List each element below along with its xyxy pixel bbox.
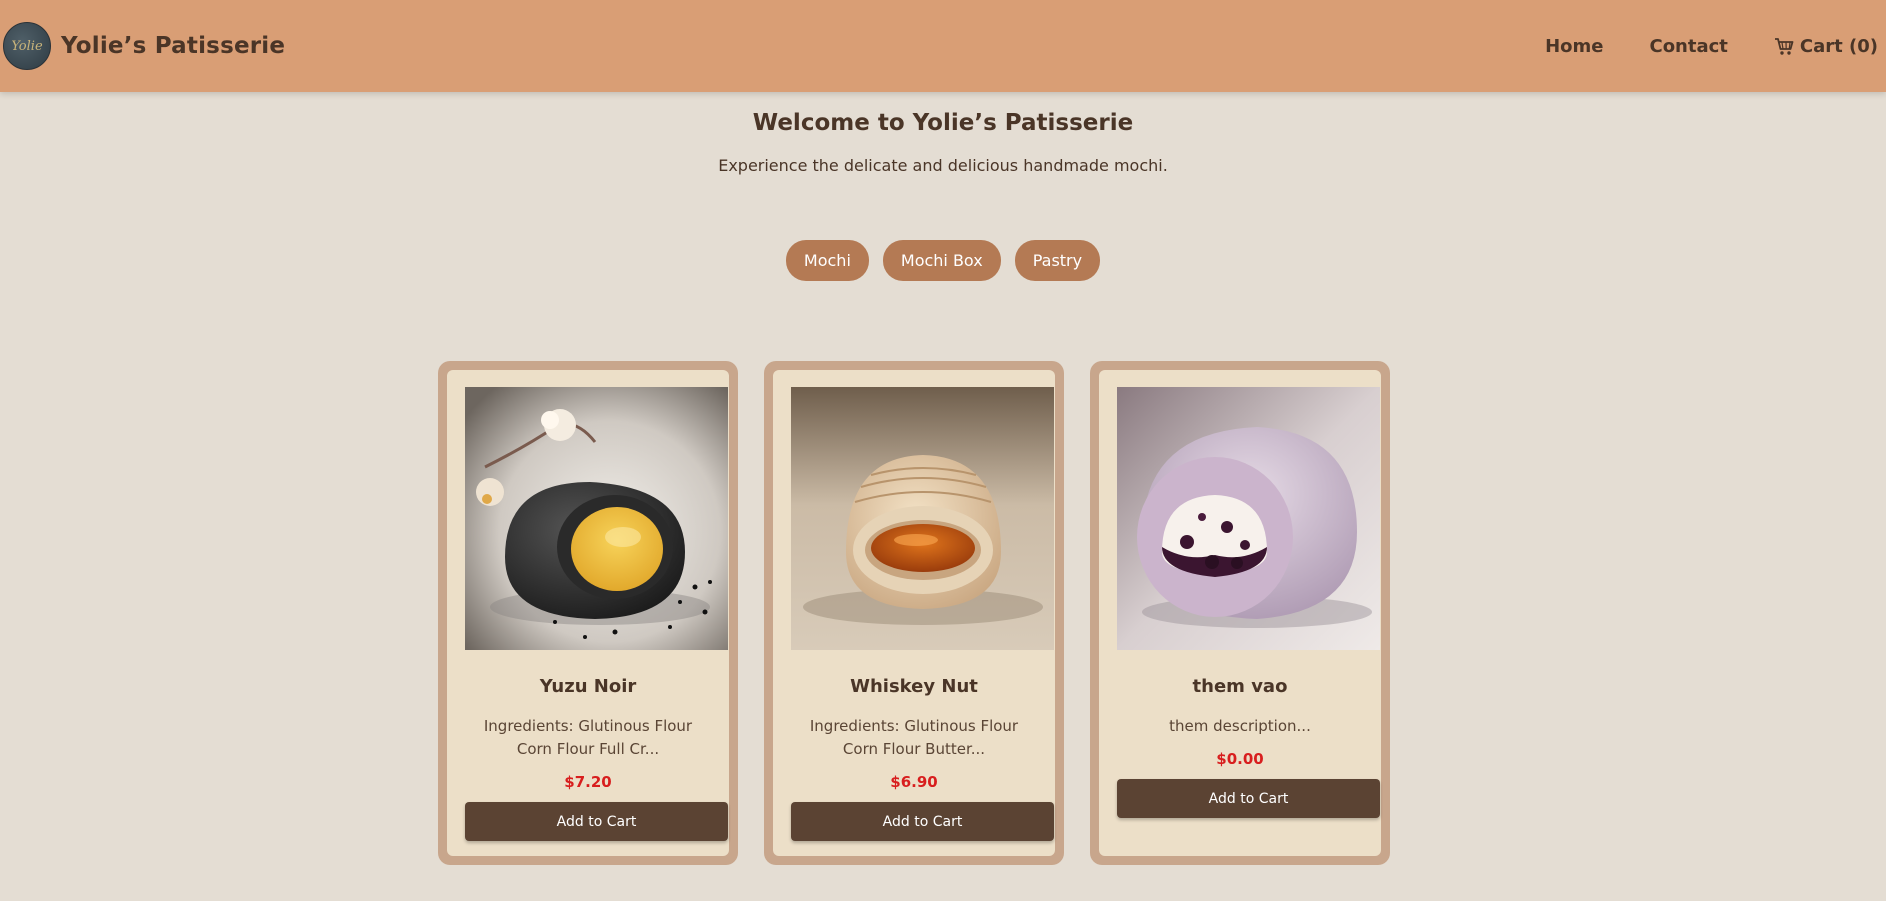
product-image-whiskey-nut[interactable] — [791, 387, 1054, 650]
product-card-body: Whiskey Nut Ingredients: Glutinous Flour… — [773, 370, 1055, 856]
product-title[interactable]: Whiskey Nut — [791, 676, 1037, 697]
shopping-cart-icon — [1774, 37, 1794, 55]
product-card-body: them vao them description... $0.00 Add t… — [1099, 370, 1381, 856]
nav-home-link[interactable]: Home — [1545, 36, 1603, 57]
product-description: Ingredients: Glutinous Flour Corn Flour … — [483, 717, 693, 758]
product-price: $7.20 — [564, 773, 612, 791]
product-card: them vao them description... $0.00 Add t… — [1090, 361, 1390, 865]
filter-mochi-button[interactable]: Mochi — [785, 240, 869, 281]
product-image-yuzu-noir[interactable] — [465, 387, 728, 650]
product-grid: Yuzu Noir Ingredients: Glutinous Flour C… — [438, 361, 1390, 865]
cart-label: Cart (0) — [1799, 35, 1878, 57]
add-to-cart-button[interactable]: Add to Cart — [465, 802, 728, 841]
product-card: Yuzu Noir Ingredients: Glutinous Flour C… — [438, 361, 738, 865]
product-price: $0.00 — [1216, 750, 1264, 768]
brand[interactable]: Yolie Yolie’s Patisserie — [0, 22, 285, 70]
product-price: $6.90 — [890, 773, 938, 791]
product-title[interactable]: them vao — [1117, 676, 1363, 697]
product-card: Whiskey Nut Ingredients: Glutinous Flour… — [764, 361, 1064, 865]
hero: Welcome to Yolie’s Patisserie Experience… — [0, 92, 1886, 175]
page-title: Welcome to Yolie’s Patisserie — [752, 110, 1134, 136]
nav-cart-link[interactable]: Cart (0) — [1774, 36, 1878, 57]
add-to-cart-button[interactable]: Add to Cart — [791, 802, 1054, 841]
product-card-body: Yuzu Noir Ingredients: Glutinous Flour C… — [447, 370, 729, 856]
product-description: Ingredients: Glutinous Flour Corn Flour … — [809, 717, 1019, 758]
page-subtitle: Experience the delicate and delicious ha… — [718, 156, 1168, 175]
filter-pastry-button[interactable]: Pastry — [1014, 240, 1101, 281]
main-nav: Home Contact Cart (0) — [1499, 36, 1886, 57]
product-title[interactable]: Yuzu Noir — [465, 676, 711, 697]
filter-mochi-box-button[interactable]: Mochi Box — [882, 240, 1001, 281]
logo-text: Yolie — [11, 38, 43, 54]
add-to-cart-button[interactable]: Add to Cart — [1117, 779, 1380, 818]
product-image-them-vao[interactable] — [1117, 387, 1380, 650]
product-description: them description... — [1169, 717, 1311, 735]
brand-name[interactable]: Yolie’s Patisserie — [61, 33, 285, 59]
category-filters: Mochi Mochi Box Pastry — [0, 240, 1886, 281]
logo-icon[interactable]: Yolie — [3, 22, 51, 70]
nav-contact-link[interactable]: Contact — [1649, 36, 1727, 57]
site-header: Yolie Yolie’s Patisserie Home Contact Ca… — [0, 0, 1886, 92]
